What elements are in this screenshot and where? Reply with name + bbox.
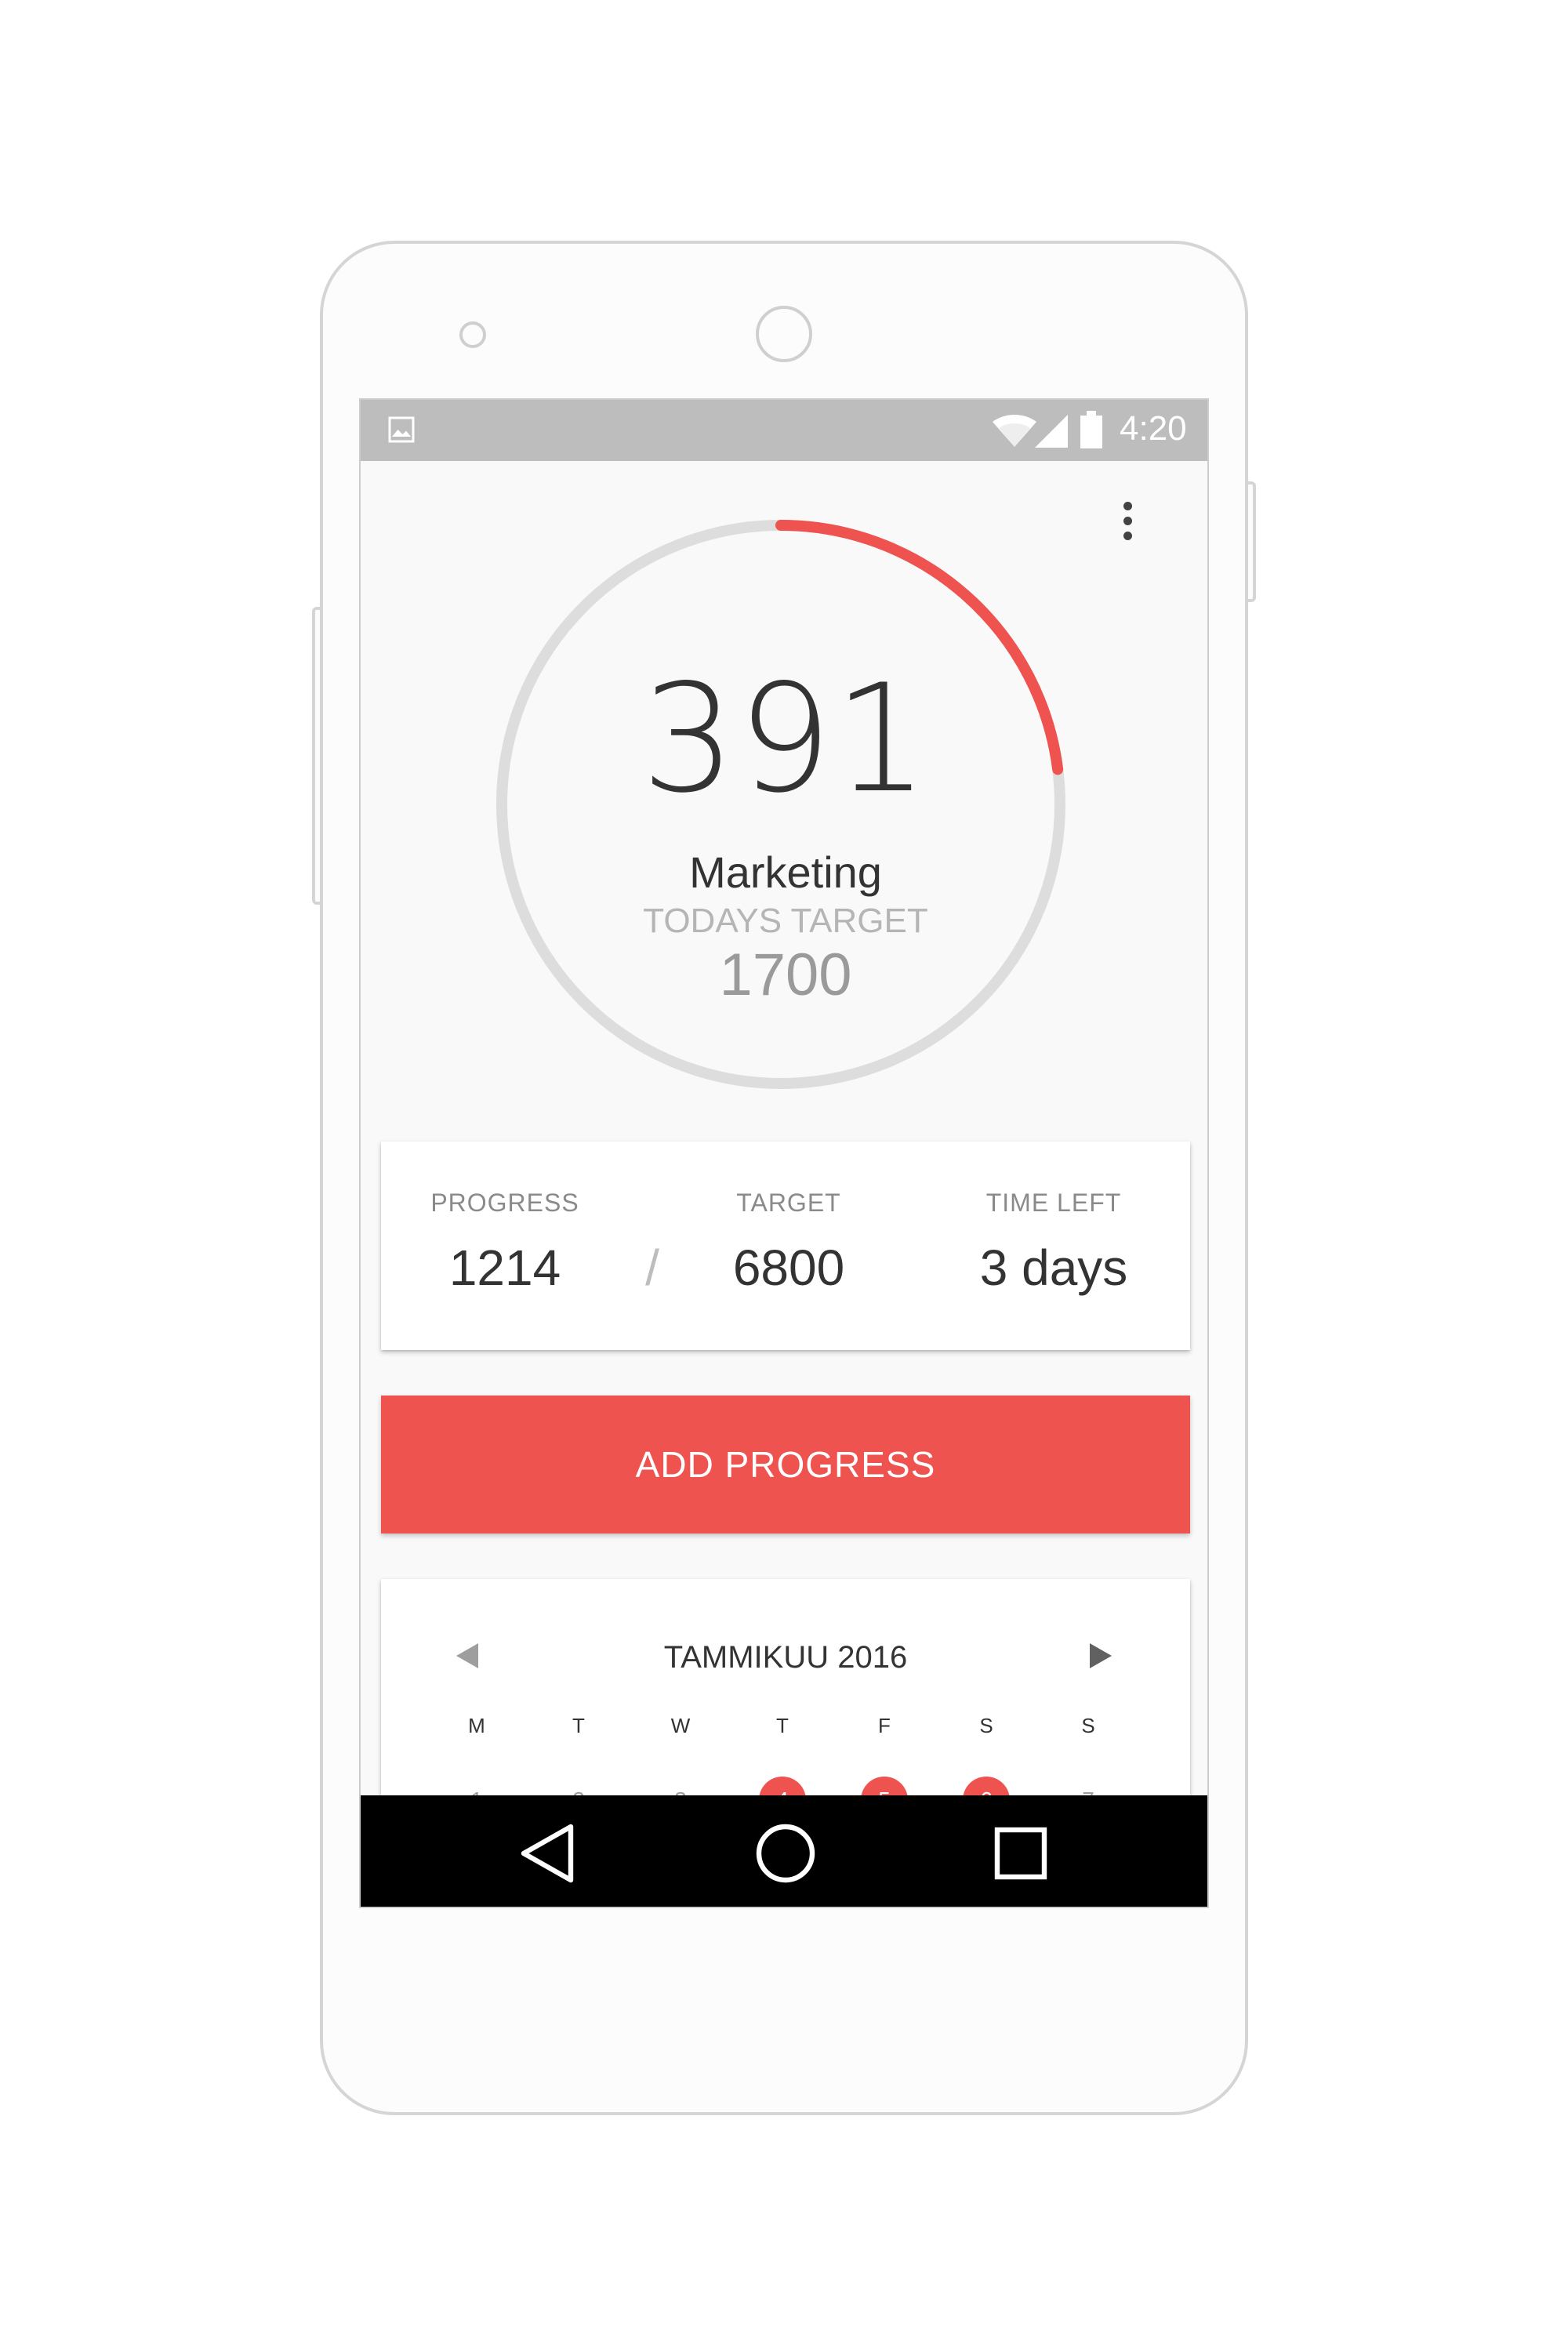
weekday-label: S bbox=[979, 1714, 993, 1737]
time-left-label: TIME LEFT bbox=[985, 1189, 1122, 1217]
stat-target: TARGET 6800 bbox=[665, 1142, 913, 1350]
calendar-month-title: TAMMIKUU 2016 bbox=[663, 1640, 908, 1675]
weekday-label: W bbox=[670, 1714, 691, 1737]
front-camera bbox=[756, 306, 812, 362]
arrow-right-icon[interactable] bbox=[1090, 1643, 1112, 1668]
weekday-label: S bbox=[1081, 1714, 1095, 1737]
progress-value: 1214 bbox=[448, 1240, 561, 1296]
current-progress-value: 391 bbox=[641, 652, 931, 826]
stats-card: PROGRESS 1214 / TARGET 6800 TIME LEFT 3 … bbox=[381, 1142, 1190, 1350]
weekday-label: T bbox=[572, 1714, 585, 1737]
menu-dot bbox=[1123, 532, 1132, 540]
menu-dot bbox=[1123, 517, 1132, 525]
status-bar: 4:20 bbox=[361, 400, 1207, 461]
target-value: 6800 bbox=[732, 1240, 845, 1296]
app-screen: 4:20 391 Marketing TODAYS TARGET 1700 PR… bbox=[359, 398, 1209, 1908]
stat-time-left: TIME LEFT 3 days bbox=[930, 1142, 1178, 1350]
weekday-label: T bbox=[776, 1714, 789, 1737]
proximity-sensor bbox=[459, 321, 486, 348]
gallery-icon bbox=[388, 416, 415, 443]
signal-icon bbox=[1035, 415, 1068, 448]
todays-target-value: 1700 bbox=[719, 942, 852, 1008]
todays-target-label: TODAYS TARGET bbox=[643, 902, 928, 940]
weekday-label: F bbox=[878, 1714, 891, 1737]
more-vert-icon[interactable] bbox=[1116, 502, 1138, 549]
progress-label: PROGRESS bbox=[430, 1189, 579, 1217]
recents-icon[interactable] bbox=[994, 1827, 1047, 1880]
back-icon[interactable] bbox=[517, 1822, 577, 1885]
add-progress-button[interactable]: ADD PROGRESS bbox=[381, 1396, 1190, 1534]
time-left-value: 3 days bbox=[979, 1240, 1128, 1296]
wifi-icon bbox=[993, 415, 1036, 447]
battery-icon bbox=[1080, 411, 1102, 448]
navigation-bar bbox=[361, 1795, 1207, 1907]
home-icon[interactable] bbox=[756, 1824, 815, 1883]
menu-dot bbox=[1123, 502, 1132, 510]
target-label: TARGET bbox=[736, 1189, 841, 1217]
weekday-label: M bbox=[468, 1714, 485, 1737]
status-time: 4:20 bbox=[1120, 409, 1187, 448]
stat-progress: PROGRESS 1214 bbox=[381, 1142, 629, 1350]
goal-name: Marketing bbox=[689, 848, 882, 897]
